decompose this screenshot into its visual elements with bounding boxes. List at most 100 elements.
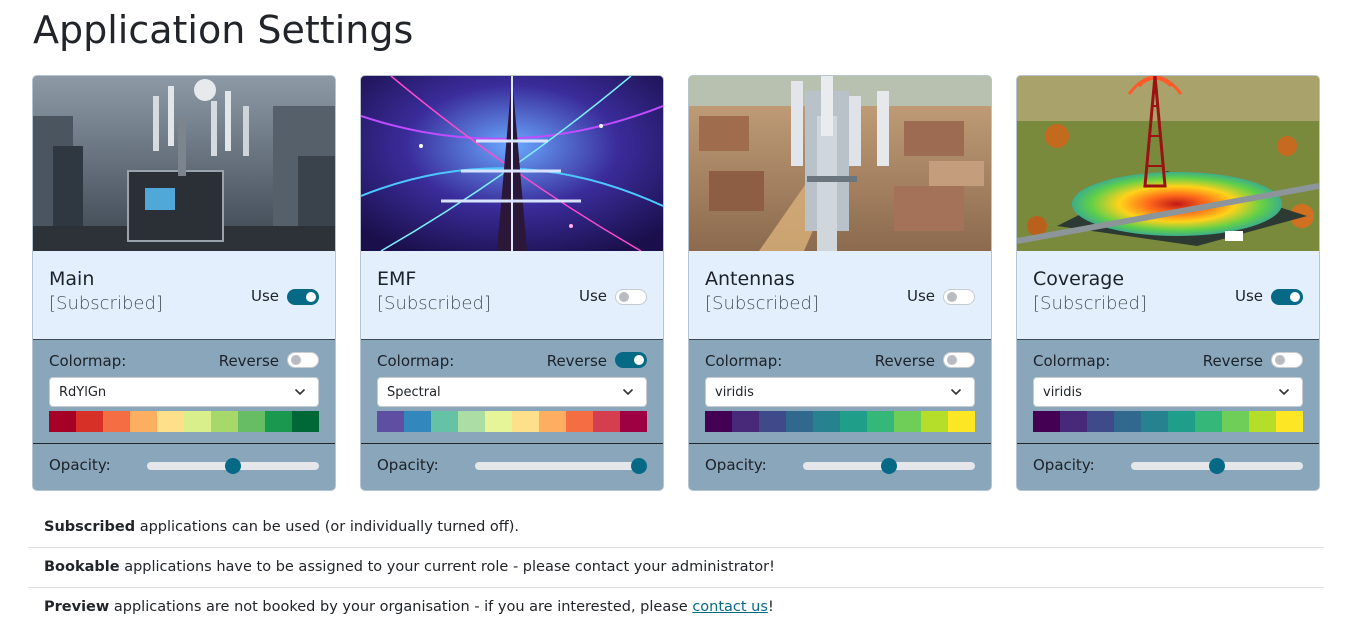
swatch — [1060, 411, 1087, 432]
reverse-toggle-emf[interactable] — [615, 352, 647, 368]
use-toggle-antennas[interactable] — [943, 289, 975, 305]
toggle-knob — [947, 292, 957, 302]
app-image-main — [33, 76, 335, 251]
opacity-label: Opacity: — [49, 456, 111, 474]
opacity-label: Opacity: — [1033, 456, 1095, 474]
swatch — [485, 411, 512, 432]
colormap-label: Colormap: — [49, 352, 127, 370]
swatch — [130, 411, 157, 432]
reverse-toggle-coverage[interactable] — [1271, 352, 1303, 368]
swatch — [404, 411, 431, 432]
app-status: [Subscribed] — [377, 293, 491, 314]
slider-thumb[interactable] — [881, 458, 897, 474]
reverse-label: Reverse — [1202, 352, 1263, 370]
swatch — [566, 411, 593, 432]
swatch — [238, 411, 265, 432]
toggle-knob — [619, 292, 629, 302]
info-term: Preview — [44, 599, 110, 615]
swatch — [377, 411, 404, 432]
swatch — [1168, 411, 1195, 432]
app-image-antennas — [689, 76, 991, 251]
reverse-label: Reverse — [546, 352, 607, 370]
colormap-preview — [705, 411, 975, 432]
use-toggle-main[interactable] — [287, 289, 319, 305]
chevron-down-icon — [294, 388, 306, 396]
colormap-preview — [49, 411, 319, 432]
slider-thumb[interactable] — [225, 458, 241, 474]
use-toggle-coverage[interactable] — [1271, 289, 1303, 305]
swatch — [620, 411, 647, 432]
reverse-toggle-antennas[interactable] — [943, 352, 975, 368]
chevron-down-icon — [1278, 388, 1290, 396]
app-image-emf — [361, 76, 663, 251]
reverse-label: Reverse — [874, 352, 935, 370]
swatch — [732, 411, 759, 432]
use-label: Use — [1234, 287, 1263, 305]
swatch — [292, 411, 319, 432]
toggle-knob — [306, 292, 316, 302]
swatch — [184, 411, 211, 432]
opacity-slider-coverage[interactable] — [1131, 457, 1303, 475]
app-name: Antennas — [705, 268, 795, 290]
info-preview: Preview applications are not booked by y… — [28, 588, 1324, 628]
app-card-emf: EMF [Subscribed] Use Colormap: Reverse S… — [360, 75, 664, 491]
swatch — [786, 411, 813, 432]
swatch — [759, 411, 786, 432]
toggle-knob — [1290, 292, 1300, 302]
app-card-coverage: Coverage [Subscribed] Use Colormap: Reve… — [1016, 75, 1320, 491]
colormap-select-main[interactable]: RdYlGn — [49, 377, 319, 407]
application-legend: Subscribed applications can be used (or … — [28, 508, 1324, 628]
slider-track[interactable] — [475, 462, 647, 470]
opacity-label: Opacity: — [705, 456, 767, 474]
app-card-main: Main [Subscribed] Use Colormap: Reverse … — [32, 75, 336, 491]
opacity-slider-antennas[interactable] — [803, 457, 975, 475]
colormap-label: Colormap: — [705, 352, 783, 370]
swatch — [894, 411, 921, 432]
swatch — [1141, 411, 1168, 432]
toggle-knob — [947, 355, 957, 365]
colormap-value: viridis — [1043, 385, 1082, 400]
colormap-preview — [1033, 411, 1303, 432]
opacity-slider-emf[interactable] — [475, 457, 647, 475]
swatch — [539, 411, 566, 432]
colormap-select-emf[interactable]: Spectral — [377, 377, 647, 407]
use-label: Use — [250, 287, 279, 305]
colormap-value: RdYlGn — [59, 385, 107, 400]
reverse-label: Reverse — [218, 352, 279, 370]
opacity-label: Opacity: — [377, 456, 439, 474]
swatch — [1195, 411, 1222, 432]
slider-thumb[interactable] — [1209, 458, 1225, 474]
swatch — [705, 411, 732, 432]
info-term: Bookable — [44, 559, 120, 575]
swatch — [867, 411, 894, 432]
swatch — [1276, 411, 1303, 432]
swatch — [103, 411, 130, 432]
swatch — [593, 411, 620, 432]
swatch — [1249, 411, 1276, 432]
swatch — [265, 411, 292, 432]
swatch — [813, 411, 840, 432]
colormap-select-coverage[interactable]: viridis — [1033, 377, 1303, 407]
swatch — [948, 411, 975, 432]
contact-us-link[interactable]: contact us — [692, 599, 768, 615]
use-label: Use — [578, 287, 607, 305]
opacity-slider-main[interactable] — [147, 457, 319, 475]
swatch — [49, 411, 76, 432]
use-toggle-emf[interactable] — [615, 289, 647, 305]
app-image-coverage — [1017, 76, 1319, 251]
swatch — [458, 411, 485, 432]
colormap-select-antennas[interactable]: viridis — [705, 377, 975, 407]
colormap-value: viridis — [715, 385, 754, 400]
chevron-down-icon — [622, 388, 634, 396]
swatch — [1087, 411, 1114, 432]
reverse-toggle-main[interactable] — [287, 352, 319, 368]
info-bookable: Bookable applications have to be assigne… — [28, 548, 1324, 588]
swatch — [512, 411, 539, 432]
swatch — [840, 411, 867, 432]
app-name: Main — [49, 268, 95, 290]
swatch — [431, 411, 458, 432]
slider-thumb[interactable] — [631, 458, 647, 474]
info-text-end: ! — [767, 599, 774, 615]
colormap-preview — [377, 411, 647, 432]
toggle-knob — [291, 355, 301, 365]
